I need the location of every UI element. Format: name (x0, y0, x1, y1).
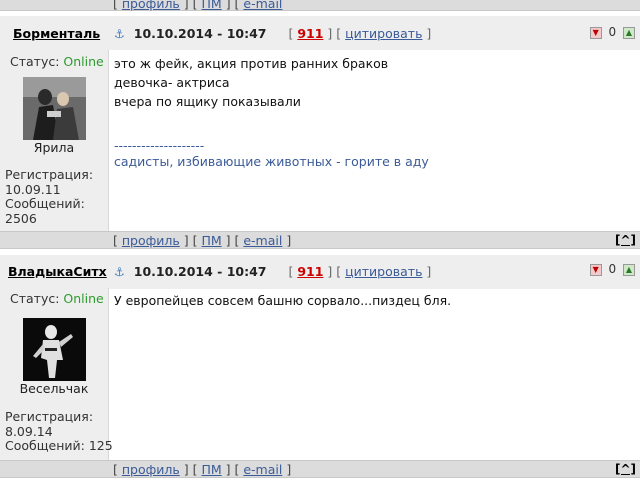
avatar-image (23, 77, 86, 140)
anchor-icon[interactable]: ⚓ (114, 27, 125, 41)
email-link[interactable]: e-mail (243, 462, 282, 477)
quote-button[interactable]: цитировать (345, 264, 422, 279)
post-meta: ⚓ 10.10.2014 - 10:47 [ 911 ] [ цитироват… (114, 26, 431, 41)
rating-value: 0 (608, 25, 617, 39)
email-link[interactable]: e-mail (243, 233, 282, 248)
profile-link[interactable]: профиль (122, 462, 180, 477)
post-number-link[interactable]: 911 (297, 26, 323, 41)
column-divider (108, 50, 109, 231)
rate-down-icon[interactable]: ▼ (589, 263, 602, 276)
status-value: Online (63, 54, 104, 69)
footer-links: [ профиль ] [ ПМ ] [ e-mail (113, 0, 282, 11)
messages-line: Сообщений: 125 (5, 438, 113, 454)
signature: садисты, избивающие животных - горите в … (114, 154, 429, 169)
pm-link[interactable]: ПМ (201, 462, 221, 477)
user-status: Статус: Online (10, 291, 104, 306)
rate-up-icon[interactable]: ▲ (623, 26, 635, 39)
footer-links: [ профиль ] [ ПМ ] [ e-mail ] (113, 233, 292, 248)
post-body: это ж фейк, акция против ранних браков д… (114, 54, 388, 111)
rate-up-icon[interactable]: ▲ (623, 263, 635, 276)
author-name[interactable]: Борменталь (13, 26, 100, 41)
avatar[interactable] (23, 77, 86, 140)
quote-button[interactable]: цитировать (345, 26, 422, 41)
reg-date: 10.09.11 (5, 181, 61, 197)
registration-info: Регистрация: 10.09.11 Сообщений: 2506 (5, 167, 94, 226)
post-refs: [ 911 ] [ цитировать ] (288, 264, 432, 279)
avatar[interactable] (23, 318, 86, 381)
bracket: [ (113, 0, 118, 11)
avatar-caption: Ярила (33, 140, 75, 155)
author-name[interactable]: ВладыкаСитх (8, 264, 107, 279)
post-body: У европейцев совсем башню сорвало...пизд… (114, 291, 451, 310)
scroll-up-icon[interactable]: [^] (615, 233, 636, 247)
pm-link[interactable]: ПМ (202, 0, 222, 11)
status-value: Online (63, 291, 104, 306)
post-meta: ⚓ 10.10.2014 - 10:47 [ 911 ] [ цитироват… (114, 264, 431, 279)
email-link[interactable]: e-mail (243, 0, 282, 11)
messages-label: Сообщений: (5, 438, 85, 453)
profile-link[interactable]: профиль (122, 0, 180, 11)
bracket: ] [ (225, 0, 240, 11)
status-label: Статус: (10, 54, 60, 69)
post-number-link[interactable]: 911 (297, 264, 323, 279)
previous-post-footer: [ профиль ] [ ПМ ] [ e-mail (0, 0, 640, 11)
user-status: Статус: Online (10, 54, 104, 69)
reg-date: 8.09.14 (5, 423, 53, 439)
reg-label: Регистрация: (5, 409, 94, 424)
reg-label: Регистрация: (5, 167, 94, 182)
post-date: 10.10.2014 - 10:47 (133, 264, 267, 279)
rating-value: 0 (608, 262, 617, 276)
post-refs: [ 911 ] [ цитировать ] (288, 26, 432, 41)
post-line: У европейцев совсем башню сорвало...пизд… (114, 293, 452, 308)
rate-down-icon[interactable]: ▼ (589, 26, 602, 39)
avatar-image (23, 318, 86, 381)
post-footer: [ профиль ] [ ПМ ] [ e-mail ] [^] (0, 231, 640, 249)
messages-count: 2506 (5, 210, 37, 226)
post-rating: ▼ 0 ▲ (589, 25, 635, 39)
anchor-icon[interactable]: ⚓ (114, 265, 125, 279)
post-rating: ▼ 0 ▲ (589, 262, 635, 276)
messages-count: 125 (88, 438, 113, 453)
avatar-caption: Весельчак (19, 381, 89, 396)
post-footer: [ профиль ] [ ПМ ] [ e-mail ] [^] (0, 460, 640, 478)
pm-link[interactable]: ПМ (201, 233, 221, 248)
status-label: Статус: (10, 291, 60, 306)
profile-link[interactable]: профиль (122, 233, 180, 248)
post-date: 10.10.2014 - 10:47 (133, 26, 267, 41)
post-line: вчера по ящику показывали (114, 94, 301, 109)
registration-info: Регистрация: 8.09.14 Сообщений: 125 (5, 409, 113, 454)
bracket: ] [ (183, 0, 198, 11)
post-line: девочка- актриса (114, 75, 230, 90)
footer-links: [ профиль ] [ ПМ ] [ e-mail ] (113, 462, 292, 477)
scroll-up-icon[interactable]: [^] (615, 462, 636, 476)
post-line: это ж фейк, акция против ранних браков (114, 56, 389, 71)
messages-label: Сообщений: (5, 196, 85, 211)
